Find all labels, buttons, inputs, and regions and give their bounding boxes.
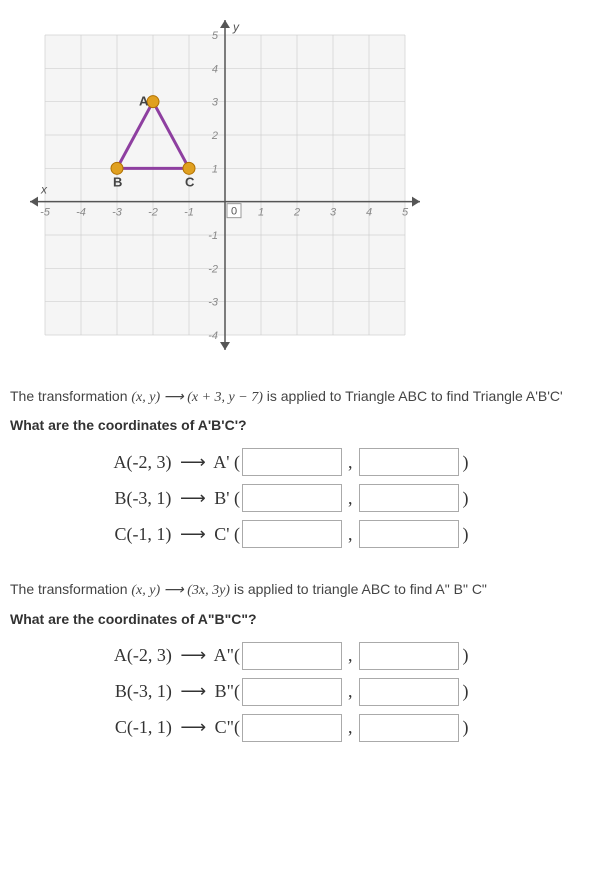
orig-coords: A(-2, 3) ⟶ A"(: [90, 645, 240, 666]
svg-text:5: 5: [212, 30, 219, 42]
q1-y-2[interactable]: [359, 520, 459, 548]
svg-text:3: 3: [212, 97, 219, 109]
orig-coords: B(-3, 1) ⟶ B"(: [90, 681, 240, 702]
q2-row-0: A(-2, 3) ⟶ A"(,): [10, 642, 586, 670]
svg-text:-3: -3: [112, 207, 123, 219]
q1-row-2: C(-1, 1) ⟶ C' (,): [10, 520, 586, 548]
q2-y-1[interactable]: [359, 678, 459, 706]
svg-text:3: 3: [330, 207, 337, 219]
svg-text:1: 1: [258, 207, 264, 219]
q2-prompt: What are the coordinates of A"B"C"?: [10, 611, 586, 627]
svg-text:y: y: [232, 20, 240, 34]
svg-text:A: A: [139, 94, 149, 109]
svg-text:C: C: [185, 174, 195, 189]
svg-text:1: 1: [212, 163, 218, 175]
q1-x-1[interactable]: [242, 484, 342, 512]
q2-y-2[interactable]: [359, 714, 459, 742]
svg-text:0: 0: [231, 206, 237, 218]
svg-text:4: 4: [366, 207, 372, 219]
svg-text:B: B: [113, 174, 122, 189]
q1-y-1[interactable]: [359, 484, 459, 512]
q2-y-0[interactable]: [359, 642, 459, 670]
svg-text:-1: -1: [208, 230, 218, 242]
q1-x-2[interactable]: [242, 520, 342, 548]
svg-text:-5: -5: [40, 207, 51, 219]
orig-coords: A(-2, 3) ⟶ A' (: [90, 452, 240, 473]
svg-text:-1: -1: [184, 207, 194, 219]
svg-text:5: 5: [402, 207, 409, 219]
q1-row-1: B(-3, 1) ⟶ B' (,): [10, 484, 586, 512]
orig-coords: B(-3, 1) ⟶ B' (: [90, 488, 240, 509]
svg-text:-4: -4: [208, 330, 218, 342]
q2-row-2: C(-1, 1) ⟶ C"(,): [10, 714, 586, 742]
svg-text:-2: -2: [148, 207, 158, 219]
q2-x-1[interactable]: [242, 678, 342, 706]
svg-text:2: 2: [211, 130, 218, 142]
svg-text:-4: -4: [76, 207, 86, 219]
svg-text:4: 4: [212, 63, 218, 75]
svg-text:-3: -3: [208, 297, 219, 309]
q2-row-1: B(-3, 1) ⟶ B"(,): [10, 678, 586, 706]
q1-prompt: What are the coordinates of A'B'C'?: [10, 417, 586, 433]
q1-x-0[interactable]: [242, 448, 342, 476]
orig-coords: C(-1, 1) ⟶ C"(: [90, 717, 240, 738]
orig-coords: C(-1, 1) ⟶ C' (: [90, 524, 240, 545]
svg-text:x: x: [40, 183, 48, 197]
q2-intro: The transformation (x, y) ⟶ (3x, 3y) is …: [10, 578, 586, 602]
q1-row-0: A(-2, 3) ⟶ A' (,): [10, 448, 586, 476]
coordinate-graph: -5 -4 -3 -2 -1 1 2 3 4 5 -4 -3 -2 -1 1 2 3 4 5 0 x y A B C: [15, 15, 435, 355]
q1-y-0[interactable]: [359, 448, 459, 476]
q2-x-2[interactable]: [242, 714, 342, 742]
q1-intro: The transformation (x, y) ⟶ (x + 3, y − …: [10, 385, 586, 409]
svg-text:2: 2: [293, 207, 300, 219]
q2-x-0[interactable]: [242, 642, 342, 670]
svg-text:-2: -2: [208, 263, 218, 275]
